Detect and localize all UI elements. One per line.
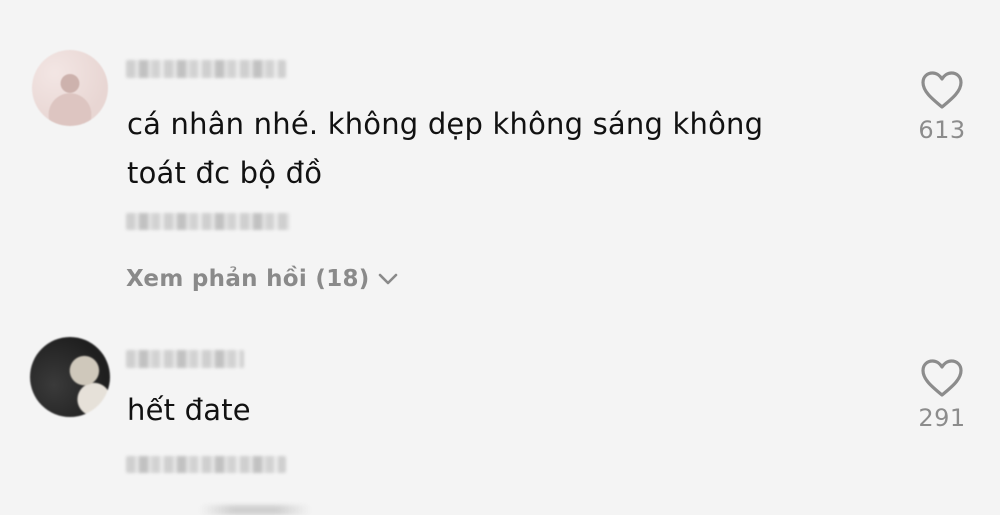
like-count: 613 xyxy=(918,116,966,144)
avatar[interactable] xyxy=(32,50,108,126)
next-comment-partial xyxy=(200,505,310,515)
comment-text: cá nhân nhé. không dẹp không sáng không … xyxy=(127,100,763,198)
comment-text: hết đate xyxy=(127,386,251,435)
timestamp-blurred xyxy=(126,456,286,473)
comment-text-line: cá nhân nhé. không dẹp không sáng không xyxy=(127,107,764,141)
chevron-down-icon xyxy=(378,273,397,285)
heart-outline-icon xyxy=(921,359,963,397)
like-button[interactable]: 613 xyxy=(902,70,982,144)
heart-outline-icon xyxy=(921,71,963,109)
comment-text-line: hết đate xyxy=(127,393,251,427)
avatar[interactable] xyxy=(30,337,110,417)
comment-text-line: toát đc bộ đồ xyxy=(127,156,323,190)
timestamp-blurred xyxy=(126,213,290,230)
like-button[interactable]: 291 xyxy=(902,358,982,432)
like-count: 291 xyxy=(918,404,966,432)
username-blurred[interactable] xyxy=(126,350,244,368)
view-replies-label: Xem phản hồi (18) xyxy=(126,266,370,292)
view-replies-button[interactable]: Xem phản hồi (18) xyxy=(126,266,398,292)
username-blurred[interactable] xyxy=(126,60,286,78)
